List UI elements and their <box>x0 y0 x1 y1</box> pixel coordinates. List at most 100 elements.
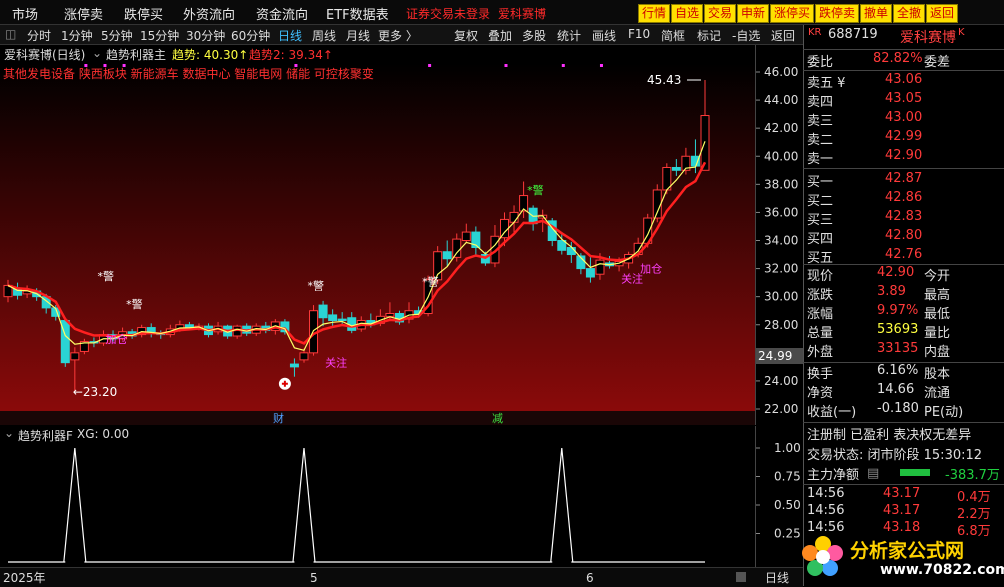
stat-row-cell: 42.90 <box>877 265 915 280</box>
tool-mark[interactable]: 标记 <box>697 27 721 44</box>
indicator-chart[interactable] <box>0 442 755 566</box>
menu-foreign-flow[interactable]: 外资流向 <box>183 4 235 23</box>
buy-level-cell: 42.83 <box>885 209 923 224</box>
stat-row-cell: 总量 <box>807 326 834 341</box>
buy-level: 买一 42.87 <box>807 171 1002 190</box>
scroll-button[interactable] <box>736 572 746 582</box>
tick-row-cell: 43.17 <box>883 486 921 501</box>
wei-bi-label: 委比 <box>807 55 834 70</box>
list-icon[interactable]: ▤ <box>867 466 879 481</box>
btn-limit-down-sell[interactable]: 跌停卖 <box>815 4 860 23</box>
net-flow-bar <box>900 469 930 476</box>
y-tick-label: 42.00 <box>764 121 798 135</box>
sell-level-cell: 42.99 <box>885 129 923 144</box>
tab-intraday[interactable]: 分时 <box>27 27 51 44</box>
buy-level-cell: 买二 <box>807 194 834 209</box>
stat-row-cell: 3.89 <box>877 284 906 299</box>
y-tick-label: 44.00 <box>764 93 798 107</box>
tool-back[interactable]: 返回 <box>771 27 795 44</box>
btn-watchlist[interactable]: 自选 <box>671 4 704 23</box>
btn-ipo[interactable]: 申新 <box>737 4 770 23</box>
stock-code: 688719 <box>828 27 878 42</box>
ind-y-tick-label: 0.25 <box>774 527 801 541</box>
stat2-row-cell: 6.16% <box>877 363 919 378</box>
x-period-label[interactable]: 日线 <box>765 571 789 585</box>
candle-body <box>328 314 338 322</box>
stat-row-cell: 今开 <box>924 269 951 284</box>
x-label-june: 6 <box>586 571 594 585</box>
tool-remove-watch[interactable]: -自选 <box>732 27 760 44</box>
stock-name: 爱科赛博 <box>900 30 956 46</box>
btn-back[interactable]: 返回 <box>926 4 959 23</box>
chart-title: 爱科赛博(日线) <box>4 48 86 62</box>
buy-level: 买三 42.83 <box>807 209 1002 228</box>
panel-toggle-icon[interactable]: ◫ <box>5 27 16 41</box>
stats-block: 现价 42.90 今开 涨跌 3.89 最高 涨幅 9.97% 最低 总量 53693 量比 外盘 331… <box>807 265 1002 365</box>
btn-quote[interactable]: 行情 <box>638 4 671 23</box>
low-price-label: ←23.20 <box>73 385 117 399</box>
kline-chart[interactable]: 其他发电设备 陕西板块 新能源车 数据中心 智能电网 储能 可控核聚变 45.4… <box>0 64 755 411</box>
tab-monthly[interactable]: 月线 <box>346 27 370 44</box>
tab-more[interactable]: 更多 〉 <box>378 27 418 44</box>
btn-limit-up-buy[interactable]: 涨停买 <box>770 4 815 23</box>
chart-header: 爱科赛博(日线) ⌄ 趋势利器主 趋势: 40.30↑ 趋势2: 39.34↑ <box>0 45 755 63</box>
tab-60min[interactable]: 60分钟 <box>231 27 270 44</box>
stat2-row-cell: 换手 <box>807 367 834 382</box>
trading-status: 交易状态: 闭市阶段 15:30:12 <box>807 448 983 463</box>
login-warning[interactable]: 证券交易未登录 <box>406 5 490 22</box>
menu-limit-down-buy[interactable]: 跌停买 <box>124 4 163 23</box>
buy-level-cell: 42.87 <box>885 171 923 186</box>
tool-adjust[interactable]: 复权 <box>454 27 478 44</box>
menu-market[interactable]: 市场 <box>12 4 38 23</box>
chevron-down-icon[interactable]: ⌄ <box>4 426 14 440</box>
stat2-row-cell: 净资 <box>807 386 834 401</box>
buy-level-cell: 42.76 <box>885 247 923 262</box>
candle-body <box>595 259 605 275</box>
crosshair-price: 24.99 <box>758 349 792 363</box>
menu-capital-flow[interactable]: 资金流向 <box>256 4 308 23</box>
tab-5min[interactable]: 5分钟 <box>101 27 133 44</box>
add-position-mark: 加仓 <box>105 332 127 346</box>
high-price-label: 45.43 <box>647 73 681 87</box>
stat-row-cell: 内盘 <box>924 345 951 360</box>
candle-body <box>442 251 452 260</box>
menu-etf-table[interactable]: ETF数据表 <box>326 4 389 23</box>
tool-simple-frame[interactable]: 简框 <box>661 27 685 44</box>
tab-1min[interactable]: 1分钟 <box>61 27 93 44</box>
tab-weekly[interactable]: 周线 <box>312 27 336 44</box>
indicator-value: XG: 0.00 <box>77 427 130 441</box>
tool-f10[interactable]: F10 <box>628 27 650 41</box>
tool-stats[interactable]: 统计 <box>557 27 581 44</box>
y-tick-label: 40.00 <box>764 149 798 163</box>
chevron-down-icon[interactable]: ⌄ <box>92 46 102 60</box>
stat-row: 现价 42.90 今开 <box>807 265 1002 284</box>
tool-multi-stock[interactable]: 多股 <box>522 27 546 44</box>
tab-30min[interactable]: 30分钟 <box>186 27 225 44</box>
menu-limit-up-sell[interactable]: 涨停卖 <box>64 4 103 23</box>
y-tick-label: 36.00 <box>764 205 798 219</box>
warning-mark: *警 <box>308 279 325 293</box>
stat-row-cell: 现价 <box>807 269 834 284</box>
event-reduce[interactable]: 减 <box>492 412 503 425</box>
sell-level-cell: 卖二 <box>807 133 834 148</box>
btn-cancel-order[interactable]: 撤单 <box>860 4 893 23</box>
candle-body <box>509 211 519 223</box>
buy-level-cell: 买三 <box>807 213 834 228</box>
btn-cancel-all[interactable]: 全撤 <box>893 4 926 23</box>
tool-draw[interactable]: 画线 <box>592 27 616 44</box>
ind-y-tick-label: 0.75 <box>774 470 801 484</box>
btn-trade[interactable]: 交易 <box>704 4 737 23</box>
market-flag: KR <box>808 27 822 38</box>
stat2-row-cell: 流通 <box>924 386 951 401</box>
wei-cha-label: 委差 <box>924 55 951 70</box>
tab-daily[interactable]: 日线 <box>278 27 302 44</box>
sell-level: 卖三 43.00 <box>807 110 1002 129</box>
tool-overlay[interactable]: 叠加 <box>488 27 512 44</box>
stat-row-cell: 涨幅 <box>807 307 834 322</box>
y-tick-label: 46.00 <box>764 65 798 79</box>
candle-body <box>318 304 328 319</box>
indicator-name[interactable]: 趋势利器主 <box>106 46 166 63</box>
stat-row-cell: 33135 <box>877 341 919 356</box>
tab-15min[interactable]: 15分钟 <box>140 27 179 44</box>
event-finance[interactable]: 财 <box>273 411 284 425</box>
